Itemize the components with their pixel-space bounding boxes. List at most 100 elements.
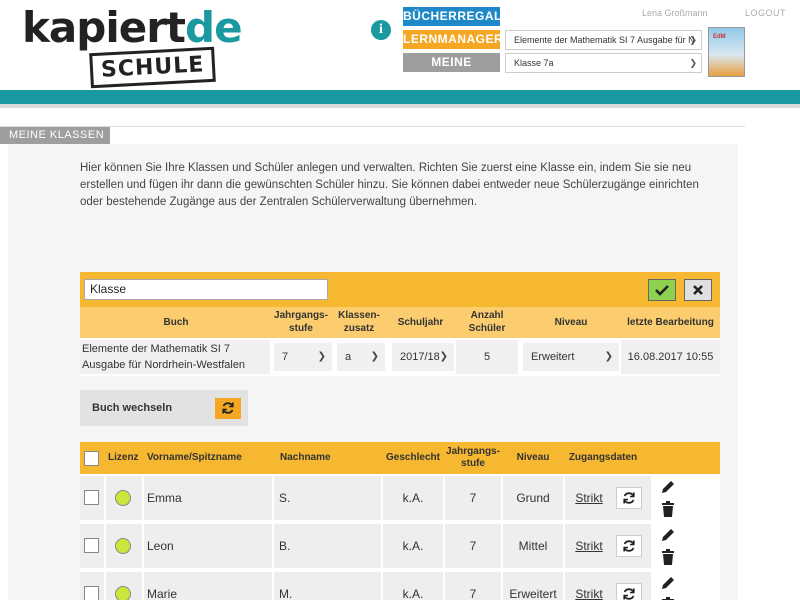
pencil-icon[interactable] [660,479,676,500]
nav-meine-klassen-button[interactable]: MEINE KLASSEN [403,53,500,88]
chevron-down-icon: ❯ [439,351,448,362]
intro-text: Hier können Sie Ihre Klassen und Schüler… [80,162,699,208]
license-status-dot [115,586,131,600]
jahrgangsstufe-value: 7 [282,351,289,363]
license-status-dot [115,490,131,506]
col-header-anzahl-schueler: Anzahl Schüler [468,310,506,334]
student-gender: k.A. [383,572,443,600]
refresh-icon [622,588,636,600]
section-tab-meine-klassen: MEINE KLASSEN [0,127,110,144]
schuljahr-value: 2017/18 [400,351,440,363]
cancel-button[interactable] [684,279,712,301]
info-icon[interactable]: i [371,20,391,40]
refresh-icon [622,492,636,509]
student-last-name: S. [274,476,381,520]
col-header-klassenzusatz: Klassen- zusatz [338,310,380,334]
class-select[interactable]: Klasse 7a ❯ [505,53,702,73]
book-select[interactable]: Elemente der Mathematik SI 7 Ausgabe für… [505,30,702,50]
book-cover-label: EdM [713,34,726,40]
student-first-name: Marie [144,572,272,600]
col-header-niveau: Niveau [554,316,588,328]
col-header-niveau: Niveau [516,452,550,463]
book-cover-image[interactable]: EdM [708,27,745,77]
col-header-vorname: Vorname/Spitzname [147,452,242,463]
logo-text-kapiert: kapiert [22,3,186,52]
pencil-icon[interactable] [660,575,676,596]
col-header-schuljahr: Schuljahr [397,316,444,328]
license-status-dot [115,538,131,554]
chevron-down-icon: ❯ [370,351,379,362]
class-select-value: Klasse 7a [514,58,554,68]
actions-cell [656,572,680,600]
checkmark-icon [655,285,669,296]
student-checkbox[interactable] [84,490,99,505]
trash-icon[interactable] [661,501,675,522]
anzahl-schueler-value: 5 [456,340,518,374]
student-level: Mittel [503,524,563,568]
col-header-jahrgangsstufe: Jahrgangs- stufe [274,310,328,334]
niveau-value: Erweitert [531,351,575,363]
actions-cell [656,524,680,568]
student-gender: k.A. [383,524,443,568]
confirm-button[interactable] [648,279,676,301]
col-header-buch: Buch [163,316,189,328]
schuljahr-select[interactable]: 2017/18 ❯ [392,343,454,371]
access-data-link[interactable]: Strikt [575,539,602,553]
page: kapiertde SCHULE i BÜCHERREGAL LERNMANAG… [0,0,800,600]
actions-cell [656,476,680,520]
access-data-link[interactable]: Strikt [575,587,602,600]
buch-wechseln-label: Buch wechseln [92,402,173,414]
letzte-bearbeitung-value: 16.08.2017 10:55 [621,340,720,374]
student-grade: 7 [445,524,501,568]
col-header-jahrgangsstufe: Jahrgangs- stufe [446,446,500,469]
pencil-icon[interactable] [660,527,676,548]
student-level: Erweitert [503,572,563,600]
chevron-down-icon: ❯ [317,351,326,362]
refresh-icon [622,540,636,557]
jahrgangsstufe-select[interactable]: 7 ❯ [274,343,332,371]
logout-link[interactable]: LOGOUT [745,8,786,18]
select-all-checkbox[interactable] [84,451,99,466]
col-header-nachname: Nachname [280,452,331,463]
chevron-down-icon: ❯ [689,58,697,68]
kapiert-logo[interactable]: kapiertde SCHULE [22,4,243,89]
access-data-cell: Strikt [565,476,613,520]
trash-icon[interactable] [661,549,675,570]
student-grade: 7 [445,572,501,600]
klassenzusatz-value: a [345,351,352,363]
nav-lernmanager-button[interactable]: LERNMANAGER [403,30,503,49]
access-data-link[interactable]: Strikt [575,491,602,505]
reset-access-button[interactable] [616,583,642,600]
student-level: Grund [503,476,563,520]
buch-wechseln-button[interactable] [215,398,241,419]
chevron-down-icon: ❯ [604,351,613,362]
student-last-name: B. [274,524,381,568]
col-header-geschlecht: Geschlecht [386,452,440,463]
logo-text-schule: SCHULE [89,46,217,89]
access-data-cell: Strikt [565,524,613,568]
student-grade: 7 [445,476,501,520]
klassenzusatz-select[interactable]: a ❯ [337,343,385,371]
student-checkbox[interactable] [84,538,99,553]
reset-access-button[interactable] [616,535,642,557]
access-data-cell: Strikt [565,572,613,600]
nav-buecherregal-button[interactable]: BÜCHERREGAL [403,7,501,26]
col-header-zugangsdaten: Zugangsdaten [568,452,638,463]
header-divider-bar [0,90,800,108]
refresh-icon [222,402,234,414]
logo-wordmark: kapiertde [22,3,243,52]
col-header-letzte-bearbeitung: letzte Bearbeitung [627,316,714,328]
student-last-name: M. [274,572,381,600]
header: kapiertde SCHULE i BÜCHERREGAL LERNMANAG… [0,0,800,90]
user-name: Lena Großmann [642,8,708,18]
close-icon [693,285,703,295]
book-select-value: Elemente der Mathematik SI 7 Ausgabe für… [514,35,695,45]
student-first-name: Leon [144,524,272,568]
niveau-select[interactable]: Erweitert ❯ [523,343,619,371]
chevron-down-icon: ❯ [689,35,697,45]
class-name-input[interactable]: Klasse [84,279,328,300]
col-header-lizenz: Lizenz [108,452,139,463]
student-first-name: Emma [144,476,272,520]
reset-access-button[interactable] [616,487,642,509]
student-checkbox[interactable] [84,586,99,600]
